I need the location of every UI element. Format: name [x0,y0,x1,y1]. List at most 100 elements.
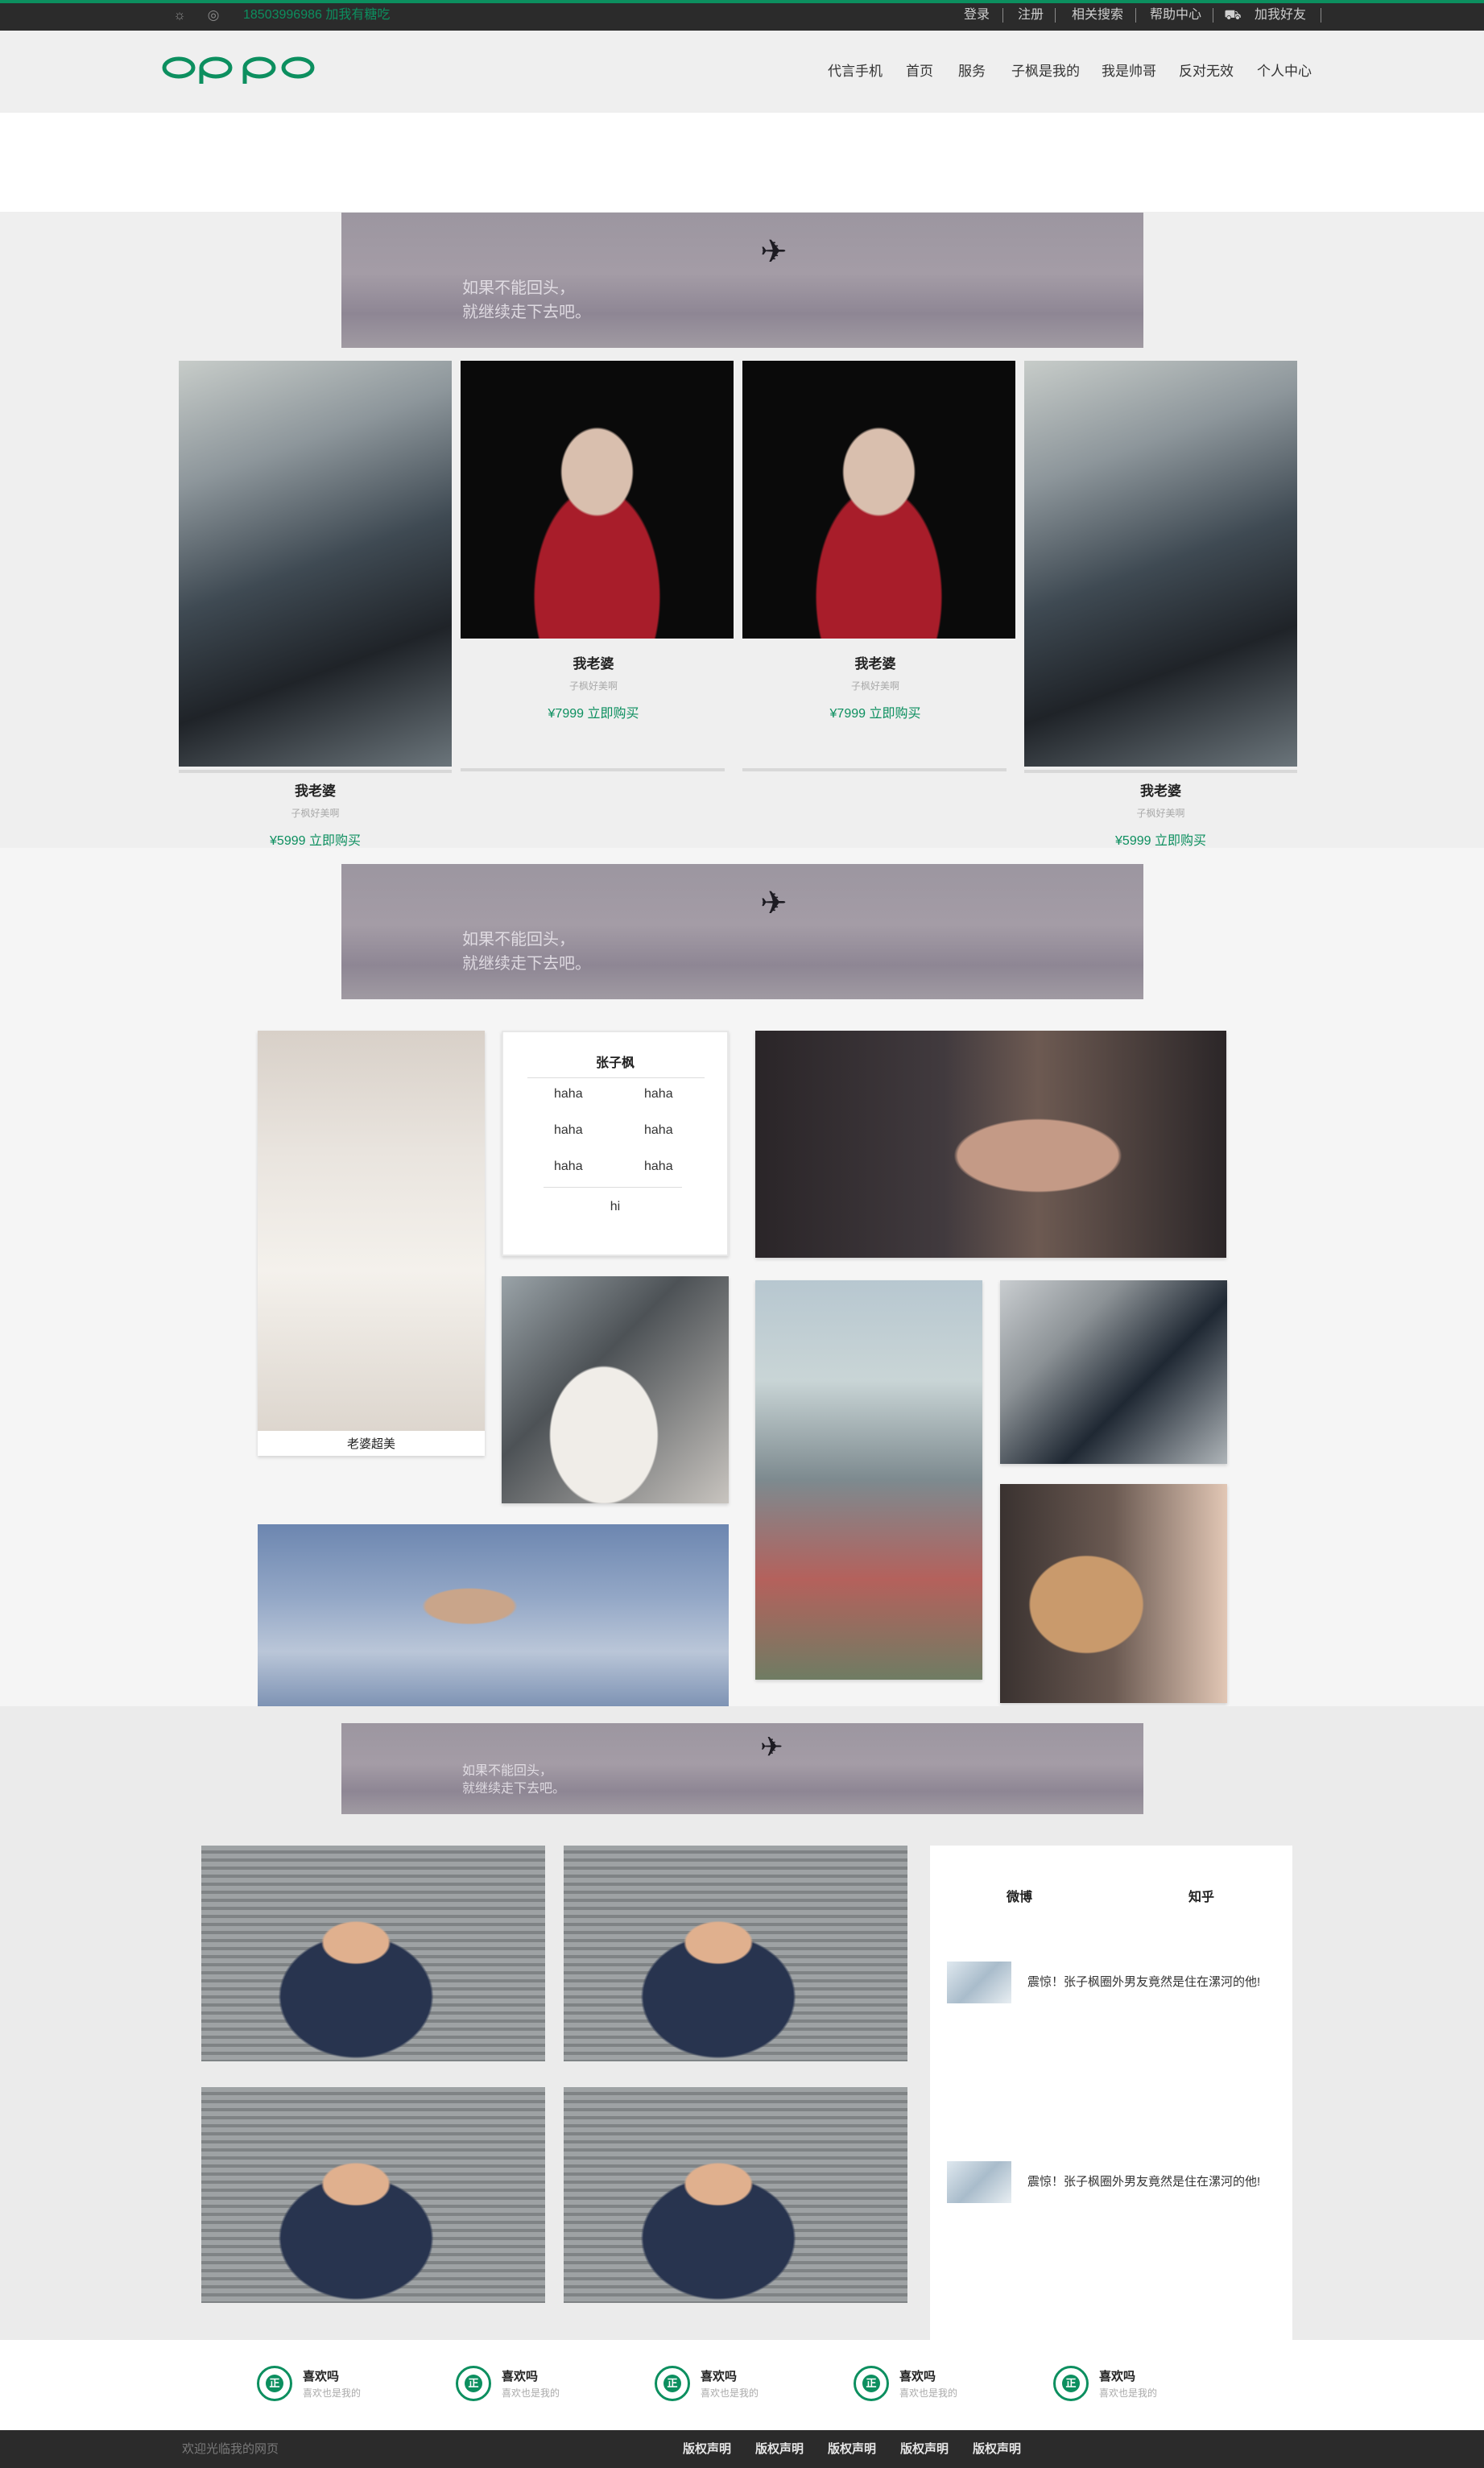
gallery-image[interactable] [258,1524,729,1706]
phone-number: 18503996986 加我有糖吃 [243,8,391,22]
badge-title: 喜欢吗 [701,2370,738,2383]
card-divider [179,770,452,773]
buy-now-link[interactable]: ¥5999 立即购买 [1024,829,1297,849]
banner-text: 如果不能回头， 就继续走下去吧。 [462,929,591,973]
banner-text: 如果不能回头， 就继续走下去吧。 [462,278,591,321]
nav-handsome[interactable]: 我是帅哥 [1102,62,1156,81]
gallery-image[interactable] [258,1031,485,1431]
product-image[interactable] [461,361,734,639]
product-image[interactable] [1024,361,1297,767]
badge-title: 喜欢吗 [1099,2370,1136,2383]
product-title: 我老婆 [854,656,896,672]
feature-strip [0,2340,1484,2430]
register-link[interactable]: 注册 [1018,6,1044,24]
info-footer: hi [610,1200,621,1213]
badge-title: 喜欢吗 [502,2370,539,2383]
info-cell: haha [644,1123,673,1137]
divider [527,1077,705,1078]
banner-text: 如果不能回头， 就继续走下去吧。 [462,1763,566,1796]
badge-icon: 正 [257,2366,292,2401]
badge-icon: 正 [1053,2366,1089,2401]
search-link[interactable]: 相关搜索 [1072,6,1123,24]
product-subtitle: 子枫好美啊 [568,680,618,692]
info-cell: haha [554,1123,583,1137]
divider [1002,8,1003,23]
copyright-link[interactable]: 版权声明 [828,2440,876,2457]
help-link[interactable]: 帮助中心 [1150,6,1201,24]
oppo-logo[interactable] [161,53,316,85]
banner-image: 如果不能回头， 就继续走下去吧。 ✈ [341,1723,1143,1814]
divider [1055,8,1056,23]
tab-zhihu[interactable]: 知乎 [1188,1886,1214,1905]
nav-endorsed-phone[interactable]: 代言手机 [828,62,883,81]
nav-home[interactable]: 首页 [906,62,933,81]
product-title: 我老婆 [573,656,614,672]
badge-subtitle: 喜欢也是我的 [303,2387,362,2399]
product-image[interactable] [742,361,1015,639]
airplane-icon: ✈ [760,1732,783,1763]
badge-icon: 正 [655,2366,690,2401]
news-item[interactable]: 震惊！张子枫圈外男友竟然是住在漯河的他! [1027,1973,1260,1990]
buy-now-link[interactable]: ¥5999 立即购买 [179,829,452,849]
badge-subtitle: 喜欢也是我的 [899,2387,958,2399]
product-title: 我老婆 [295,783,336,799]
product-subtitle: 子枫好美啊 [1136,808,1185,819]
info-title: 张子枫 [595,1056,635,1070]
photo-tile[interactable] [564,2087,907,2303]
badge-icon: 正 [456,2366,491,2401]
copyright-link[interactable]: 版权声明 [900,2440,949,2457]
badge-subtitle: 喜欢也是我的 [1099,2387,1158,2399]
gallery-caption: 老婆超美 [346,1437,395,1451]
nav-service[interactable]: 服务 [958,62,986,81]
welcome-text: 欢迎光临我的网页 [182,2442,279,2456]
login-link[interactable]: 登录 [964,6,990,24]
photo-tile[interactable] [564,1846,907,2061]
social-panel [930,1846,1292,2340]
info-cell: haha [554,1160,583,1173]
chat-icon[interactable]: ◎ [205,6,222,24]
badge-subtitle: 喜欢也是我的 [701,2387,759,2399]
nav-zifeng[interactable]: 子枫是我的 [1011,62,1080,81]
info-cell: haha [644,1160,673,1173]
copyright-link[interactable]: 版权声明 [973,2440,1021,2457]
product-image[interactable] [179,361,452,767]
copyright-link[interactable]: 版权声明 [683,2440,731,2457]
card-divider [742,768,1007,771]
info-cell: haha [644,1087,673,1101]
card-divider [1024,770,1297,773]
news-thumbnail[interactable] [947,2161,1011,2203]
nav-objection[interactable]: 反对无效 [1179,62,1234,81]
badge-title: 喜欢吗 [303,2370,340,2383]
photo-tile[interactable] [201,1846,545,2061]
gallery-image[interactable] [1000,1484,1227,1703]
buy-now-link[interactable]: ¥7999 立即购买 [742,702,1008,721]
gallery-image[interactable] [1000,1280,1227,1464]
divider [544,1187,682,1188]
badge-icon: 正 [854,2366,889,2401]
news-item[interactable]: 震惊！张子枫圈外男友竟然是住在漯河的他! [1027,2172,1260,2189]
tab-weibo[interactable]: 微博 [1007,1886,1032,1905]
banner-image: 如果不能回头， 就继续走下去吧。 ✈ [341,864,1143,999]
divider [1135,8,1136,23]
cart-icon[interactable]: ⛟ [1224,6,1242,24]
airplane-icon: ✈ [760,886,787,921]
badge-title: 喜欢吗 [899,2370,936,2383]
product-subtitle: 子枫好美啊 [291,808,340,819]
banner-image: 如果不能回头， 就继续走下去吧。 ✈ [341,213,1143,348]
add-friend-link[interactable]: 加我好友 [1255,6,1306,24]
buy-now-link[interactable]: ¥7999 立即购买 [461,702,726,721]
weibo-icon[interactable]: ☼ [171,6,188,24]
gallery-image[interactable] [755,1280,982,1680]
badge-subtitle: 喜欢也是我的 [502,2387,560,2399]
product-subtitle: 子枫好美啊 [850,680,899,692]
card-divider [461,768,725,771]
copyright-link[interactable]: 版权声明 [755,2440,804,2457]
news-thumbnail[interactable] [947,1962,1011,2003]
nav-profile[interactable]: 个人中心 [1257,62,1312,81]
airplane-icon: ✈ [760,234,787,270]
gallery-image[interactable] [502,1276,729,1503]
photo-tile[interactable] [201,2087,545,2303]
product-title: 我老婆 [1140,783,1181,799]
info-cell: haha [554,1087,583,1101]
gallery-image[interactable] [755,1031,1226,1258]
